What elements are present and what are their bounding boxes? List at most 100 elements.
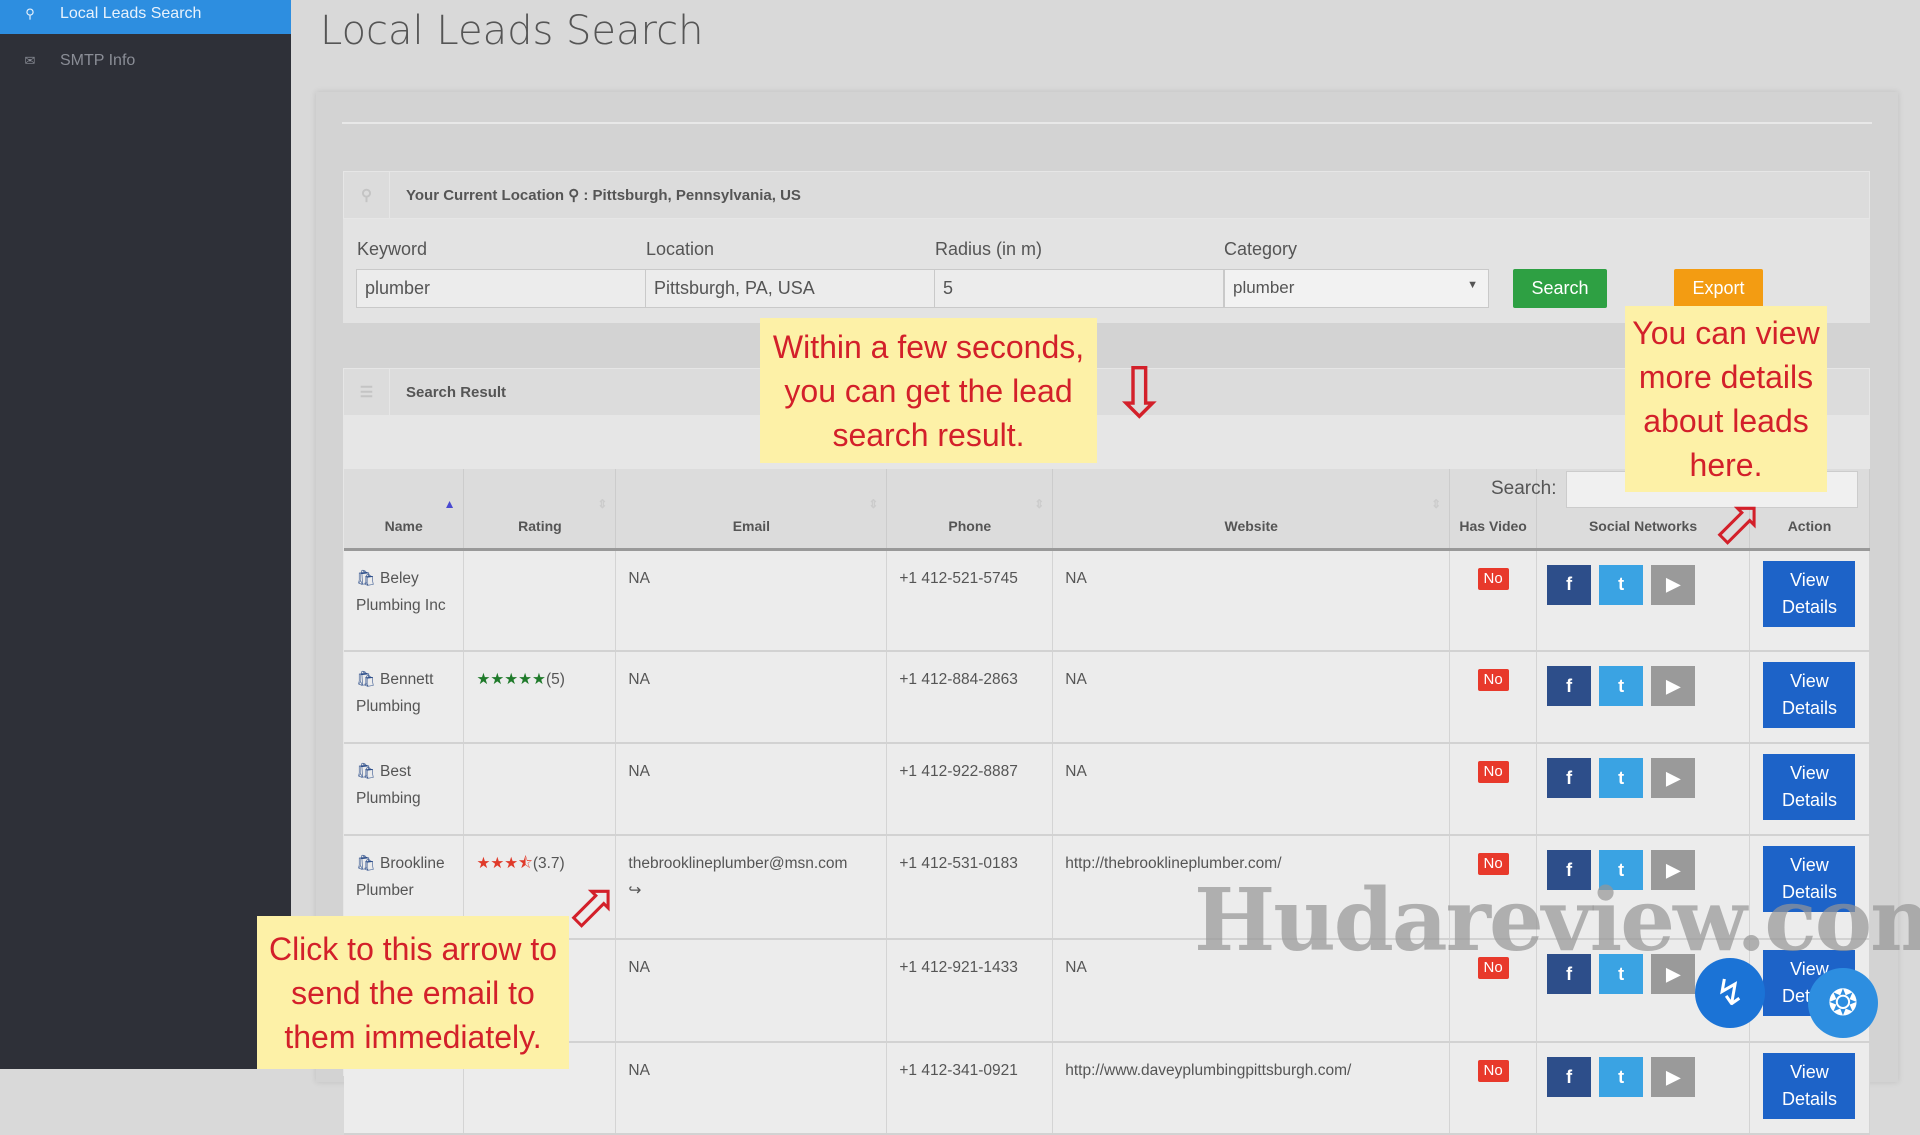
results-table: Name ▲ Rating ⇕ Email ⇕ Phone ⇕ Website ⇕ Has Vide… [344,469,1871,1135]
social-cell: f t ▶ [1536,743,1750,836]
column-header[interactable]: Rating ⇕ [463,469,617,551]
website: NA [1065,763,1087,780]
website: NA [1065,959,1087,976]
phone: +1 412-341-0921 [899,1062,1018,1079]
name-cell: 🛍 Bennett Plumbing [344,651,465,744]
view-details-button[interactable]: View Details [1763,662,1856,728]
location-bar: ⚲ Your Current Location ⚲ : Pittsburgh, P… [343,171,1870,219]
website-cell: NA [1052,651,1451,744]
facebook-icon[interactable]: f [1547,1057,1592,1097]
video-cell: No [1449,743,1538,836]
website: NA [1065,671,1087,688]
phone: +1 412-521-5745 [899,569,1018,587]
email: NA [628,569,650,587]
shop-bag-icon: 🛍 [356,763,380,780]
phone-cell: +1 412-921-1433 [886,939,1054,1043]
column-header[interactable]: Email ⇕ [615,469,888,551]
table-search-label: Search: [1491,478,1557,499]
column-header[interactable]: Phone ⇕ [886,469,1054,551]
email: NA [628,763,650,780]
view-details-button[interactable]: View Details [1763,1053,1856,1119]
send-email-share-icon[interactable]: ↪ [628,877,874,904]
annotation-view-details: You can view more details about leads he… [1625,306,1827,492]
youtube-icon[interactable]: ▶ [1651,758,1696,798]
category-select[interactable]: plumber ▼ [1224,269,1489,308]
facebook-icon[interactable]: f [1547,666,1592,706]
sort-asc-icon: ▲ [443,497,456,511]
video-badge: No [1477,761,1509,783]
phone-cell: +1 412-341-0921 [886,1042,1054,1135]
keyword-input[interactable]: plumber [356,269,646,308]
annotation-search-result: Within a few seconds, you can get the le… [760,318,1097,463]
rating-stars: ★★★⯪ [476,855,533,872]
phone-cell: +1 412-521-5745 [886,549,1054,652]
annotation-send-email: Click to this arrow to send the email to… [257,916,569,1069]
phone-cell: +1 412-531-0183 [886,835,1054,940]
location-label: Location [646,239,715,259]
rating-cell: ★★★★★(5) [463,651,617,744]
action-cell: View Details [1749,1042,1871,1135]
radius-label: Radius (in m) [935,239,1043,259]
page-title: Local Leads Search [320,8,704,54]
video-badge: No [1477,1060,1509,1082]
rating-value: (5) [545,671,565,688]
search-button[interactable]: Search [1513,269,1607,308]
youtube-icon[interactable]: ▶ [1651,666,1696,706]
email-cell: NA [615,1042,888,1135]
youtube-icon[interactable]: ▶ [1651,1057,1696,1097]
phone: +1 412-922-8887 [899,763,1018,780]
search-icon: ⚲ [25,6,35,21]
name-cell: 🛍 Beley Plumbing Inc [344,549,465,652]
column-header[interactable]: Name ▲ [344,469,465,551]
email-cell: NA [615,549,888,652]
watermark: Hudareview.com [1194,870,1920,971]
social-cell: f t ▶ [1536,549,1750,652]
shop-bag-icon: 🛍 [356,569,380,587]
twitter-icon[interactable]: t [1599,666,1644,706]
facebook-icon[interactable]: f [1547,564,1592,605]
email-cell: NA [615,651,888,744]
phone: +1 412-884-2863 [899,671,1018,688]
radius-input[interactable]: 5 [934,269,1224,308]
twitter-icon[interactable]: t [1599,758,1644,798]
email: NA [628,1062,650,1079]
envelope-icon: ✉ [24,53,36,68]
view-details-button[interactable]: View Details [1763,754,1856,820]
rating-value: (3.7) [532,855,565,872]
facebook-icon[interactable]: f [1547,758,1592,798]
social-cell: f t ▶ [1536,651,1750,744]
view-details-button[interactable]: View Details [1763,560,1856,627]
video-cell: No [1449,549,1538,652]
name-cell: 🛍 Best Plumbing [344,743,465,836]
help-lifebuoy-icon[interactable]: ❂ [1808,968,1878,1038]
youtube-icon[interactable]: ▶ [1651,564,1696,605]
shop-bag-icon: 🛍 [356,671,380,688]
sort-icon: ⇕ [1431,497,1442,511]
export-button[interactable]: Export [1674,269,1763,308]
sort-icon: ⇕ [597,497,608,511]
email-cell: thebrooklineplumber@msn.com ↪ [615,835,888,940]
website-cell: NA [1052,549,1451,652]
phone-cell: +1 412-884-2863 [886,651,1054,744]
keyword-label: Keyword [357,239,428,259]
column-header[interactable]: Website ⇕ [1052,469,1451,551]
sort-icon: ⇕ [1034,497,1045,511]
video-cell: No [1449,651,1538,744]
email: thebrooklineplumber@msn.com [628,855,848,872]
table-row: 🛍 Beley Plumbing Inc NA +1 412-521-5745 NA N… [344,549,1871,652]
video-badge: No [1477,669,1509,691]
sidebar-item-smtp-info[interactable]: ✉ SMTP Info [0,44,291,78]
phone-cell: +1 412-922-8887 [886,743,1054,836]
divider [342,122,1872,124]
twitter-icon[interactable]: t [1599,1057,1644,1097]
messenger-icon[interactable]: ↯ [1695,958,1765,1028]
sidebar-item-local-leads-search[interactable]: ⚲ Local Leads Search [0,0,291,34]
rating-stars: ★★★★★ [476,671,546,688]
email: NA [628,959,650,976]
twitter-icon[interactable]: t [1599,564,1644,605]
table-row: 🛍 Best Plumbing NA +1 412-922-8887 NA No f t ▶ V… [344,743,1871,836]
location-input[interactable]: Pittsburgh, PA, USA [645,269,935,308]
sidebar: ⚲ Local Leads Search ✉ SMTP Info [0,0,291,1069]
shop-bag-icon: 🛍 [356,855,380,872]
list-icon: ☰ [344,369,390,415]
